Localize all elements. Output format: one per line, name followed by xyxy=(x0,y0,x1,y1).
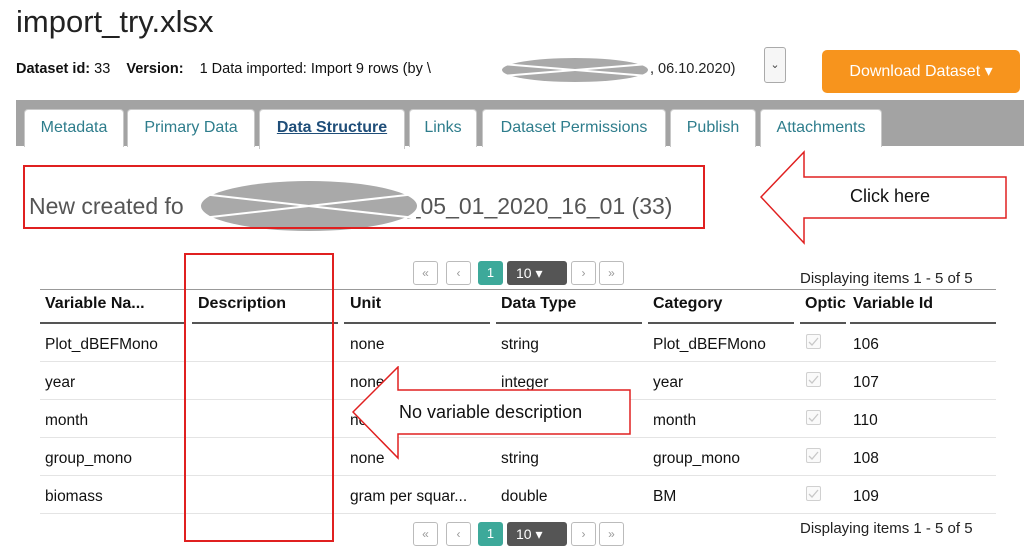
column-header-unit[interactable]: Unit xyxy=(350,295,480,313)
optional-checkbox[interactable] xyxy=(806,334,821,349)
column-header-variable-id[interactable]: Variable Id xyxy=(853,295,993,313)
dataset-id-value: 33 xyxy=(94,61,111,77)
dataset-meta: Dataset id: 33 Version: 1 Data imported:… xyxy=(16,61,431,77)
optional-checkbox[interactable] xyxy=(806,486,821,501)
check-icon xyxy=(808,337,819,346)
tab-dataset-permissions[interactable]: Dataset Permissions xyxy=(482,109,666,147)
page-title: import_try.xlsx xyxy=(16,4,214,39)
cell-variable-name: Plot_dBEFMono xyxy=(45,336,158,353)
redacted-author xyxy=(502,58,648,82)
cell-variable-id: 108 xyxy=(853,450,879,467)
version-label: Version: xyxy=(126,61,184,77)
tab-metadata[interactable]: Metadata xyxy=(24,109,124,147)
page-size-select[interactable]: 10 ▾ xyxy=(507,261,567,285)
last-page-button[interactable]: » xyxy=(599,261,624,285)
check-icon xyxy=(808,489,819,498)
pager-bottom: « ‹ 1 10 ▾ › » xyxy=(413,522,653,548)
highlight-dataset-heading xyxy=(23,165,705,229)
callout-click-here: Click here xyxy=(850,186,931,206)
download-dataset-button[interactable]: Download Dataset ▾ xyxy=(822,50,1020,93)
cell-category: Plot_dBEFMono xyxy=(653,336,766,353)
last-page-button[interactable]: » xyxy=(599,522,624,546)
cell-variable-id: 106 xyxy=(853,336,879,353)
column-header-data-type[interactable]: Data Type xyxy=(501,295,631,313)
callout-no-description: No variable description xyxy=(399,402,583,422)
column-header-variable-name[interactable]: Variable Na... xyxy=(45,295,181,313)
current-page-button[interactable]: 1 xyxy=(478,261,503,285)
version-date: , 06.10.2020) xyxy=(650,61,736,77)
cell-data-type: double xyxy=(501,488,548,505)
cell-variable-id: 109 xyxy=(853,488,879,505)
cell-variable-name: group_mono xyxy=(45,450,133,467)
display-info-bottom: Displaying items 1 - 5 of 5 xyxy=(800,520,973,537)
optional-checkbox[interactable] xyxy=(806,410,821,425)
tab-data-structure[interactable]: Data Structure xyxy=(259,109,405,149)
next-page-button[interactable]: › xyxy=(571,522,596,546)
cell-category: month xyxy=(653,412,697,429)
cell-category: year xyxy=(653,374,684,391)
cell-variable-name: month xyxy=(45,412,89,429)
cell-unit: none xyxy=(350,336,385,353)
highlight-description-column xyxy=(184,253,334,542)
cell-variable-id: 107 xyxy=(853,374,879,391)
tab-primary-data[interactable]: Primary Data xyxy=(127,109,255,147)
cell-variable-name: year xyxy=(45,374,76,391)
cell-variable-name: biomass xyxy=(45,488,103,505)
dataset-id-label: Dataset id: xyxy=(16,61,91,77)
cell-unit: gram per squar... xyxy=(350,488,468,505)
first-page-button[interactable]: « xyxy=(413,261,438,285)
check-icon xyxy=(808,375,819,384)
display-info-top: Displaying items 1 - 5 of 5 xyxy=(800,270,973,287)
first-page-button[interactable]: « xyxy=(413,522,438,546)
column-header-optional[interactable]: Optic xyxy=(805,295,847,313)
prev-page-button[interactable]: ‹ xyxy=(446,522,471,546)
page-size-select[interactable]: 10 ▾ xyxy=(507,522,567,546)
tab-attachments[interactable]: Attachments xyxy=(760,109,882,147)
column-header-category[interactable]: Category xyxy=(653,295,783,313)
optional-checkbox[interactable] xyxy=(806,448,821,463)
prev-page-button[interactable]: ‹ xyxy=(446,261,471,285)
cell-category: group_mono xyxy=(653,450,741,467)
version-text: 1 Data imported: Import 9 rows (by \ xyxy=(199,61,431,77)
next-page-button[interactable]: › xyxy=(571,261,596,285)
cell-category: BM xyxy=(653,488,677,505)
cell-data-type: string xyxy=(501,336,539,353)
check-icon xyxy=(808,451,819,460)
pager-top: « ‹ 1 10 ▾ › » xyxy=(413,261,653,287)
optional-checkbox[interactable] xyxy=(806,372,821,387)
cell-variable-id: 110 xyxy=(853,412,878,429)
tab-links[interactable]: Links xyxy=(409,109,477,147)
check-icon xyxy=(808,413,819,422)
current-page-button[interactable]: 1 xyxy=(478,522,503,546)
tab-publish[interactable]: Publish xyxy=(670,109,756,147)
chevron-down-icon: ⌄ xyxy=(770,59,780,71)
version-dropdown[interactable]: ⌄ xyxy=(764,47,786,83)
